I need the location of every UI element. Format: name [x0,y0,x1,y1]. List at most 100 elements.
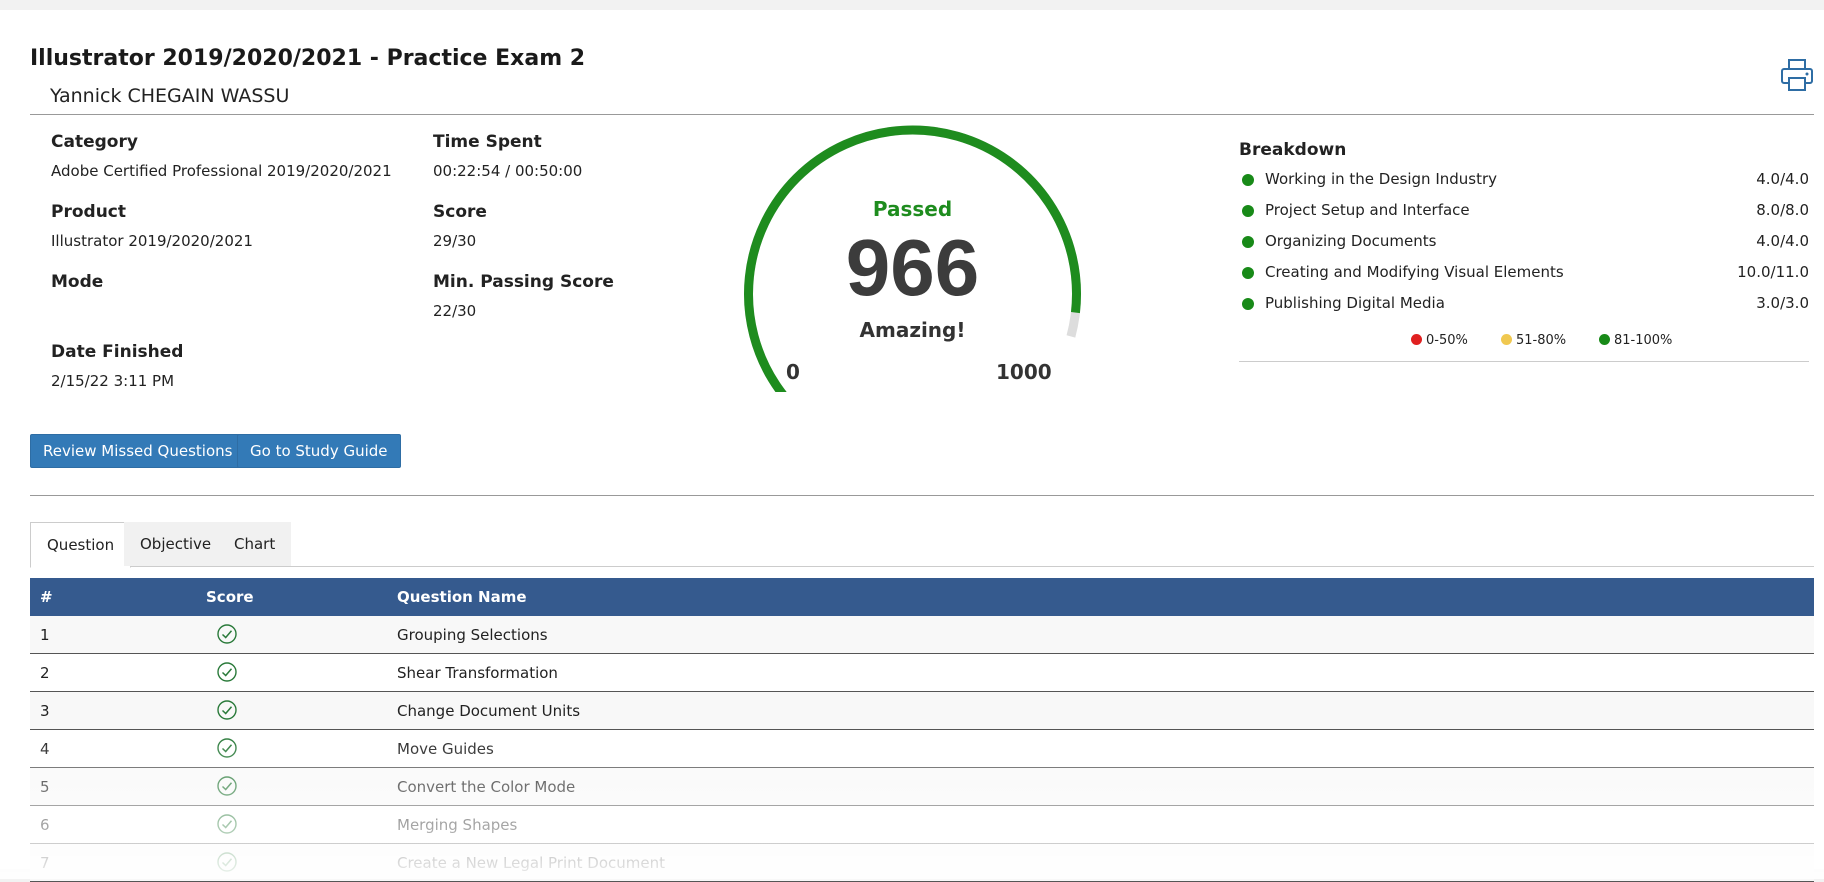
questions-table: # Score Question Name 1 Grouping Selecti… [30,578,1814,882]
breakdown-item-score: 10.0/11.0 [1737,263,1809,281]
tab-question[interactable]: Question [30,522,132,568]
results-tabs: Question Objective Chart [30,522,1814,568]
section-divider [30,495,1814,496]
breakdown-legend: 0-50% 51-80% 81-100% [1239,327,1809,362]
review-missed-button[interactable]: Review Missed Questions [30,434,246,468]
check-circle-icon [217,700,237,720]
row-number: 3 [40,702,50,720]
category-value: Adobe Certified Professional 2019/2020/2… [51,162,392,180]
status-dot-icon [1242,174,1254,186]
mode-block: Mode [51,272,103,302]
product-block: Product Illustrator 2019/2020/2021 [51,202,253,250]
check-circle-icon [217,662,237,682]
score-value: 29/30 [433,232,477,250]
row-number: 6 [40,816,50,834]
score-block: Score 29/30 [433,202,487,250]
green-dot-icon [1599,334,1610,345]
status-dot-icon [1242,205,1254,217]
table-row[interactable]: 5 Convert the Color Mode [30,768,1814,806]
table-row[interactable]: 3 Change Document Units [30,692,1814,730]
gauge-max-label: 1000 [996,360,1052,384]
status-dot-icon [1242,267,1254,279]
breakdown-panel: Breakdown Working in the Design Industry… [1239,140,1809,362]
legend-item-low: 0-50% [1411,333,1468,348]
row-number: 4 [40,740,50,758]
red-dot-icon [1411,334,1422,345]
check-circle-icon [217,738,237,758]
breakdown-item-name: Organizing Documents [1265,232,1437,250]
study-guide-button[interactable]: Go to Study Guide [237,434,401,468]
legend-label: 51-80% [1516,333,1567,348]
legend-item-mid: 51-80% [1501,333,1566,348]
gauge-min-label: 0 [786,360,800,384]
breakdown-item-score: 8.0/8.0 [1756,201,1809,219]
score-label: Score [433,202,487,222]
print-icon[interactable] [1780,58,1814,92]
table-row[interactable]: 1 Grouping Selections [30,616,1814,654]
question-name[interactable]: Create a New Legal Print Document [397,854,665,872]
table-row[interactable]: 7 Create a New Legal Print Document [30,844,1814,882]
pass-status: Passed [872,197,953,221]
breakdown-item: Organizing Documents 4.0/4.0 [1239,230,1809,261]
check-circle-icon [217,814,237,834]
yellow-dot-icon [1501,334,1512,345]
question-name[interactable]: Change Document Units [397,702,580,720]
mode-label: Mode [51,272,104,292]
product-value: Illustrator 2019/2020/2021 [51,232,253,250]
question-name[interactable]: Shear Transformation [397,664,558,682]
breakdown-title: Breakdown [1239,140,1347,160]
table-row[interactable]: 6 Merging Shapes [30,806,1814,844]
table-row[interactable]: 2 Shear Transformation [30,654,1814,692]
tab-chart[interactable]: Chart [218,522,292,566]
date-label: Date Finished [51,342,184,362]
question-name[interactable]: Merging Shapes [397,816,517,834]
breakdown-item-name: Creating and Modifying Visual Elements [1265,263,1564,281]
date-value: 2/15/22 3:11 PM [51,372,175,390]
score-gauge: Passed 966 Amazing! 0 1000 [740,122,1085,433]
min-score-label: Min. Passing Score [433,272,614,292]
time-block: Time Spent 00:22:54 / 00:50:00 [433,132,582,180]
breakdown-item-name: Project Setup and Interface [1265,201,1470,219]
page-title: Illustrator 2019/2020/2021 - Practice Ex… [30,46,586,71]
breakdown-item-name: Working in the Design Industry [1265,170,1498,188]
column-header-score: Score [206,588,254,606]
status-dot-icon [1242,298,1254,310]
breakdown-item-score: 3.0/3.0 [1756,294,1809,312]
row-number: 5 [40,778,50,796]
tab-objective[interactable]: Objective [124,522,228,566]
status-dot-icon [1242,236,1254,248]
breakdown-item-score: 4.0/4.0 [1756,170,1809,188]
time-value: 00:22:54 / 00:50:00 [433,162,583,180]
time-label: Time Spent [433,132,542,152]
category-block: Category Adobe Certified Professional 20… [51,132,392,180]
table-body: 1 Grouping Selections 2 Shear Transforma… [30,616,1814,882]
column-header-num: # [40,588,53,606]
legend-label: 81-100% [1614,333,1673,348]
breakdown-item-score: 4.0/4.0 [1756,232,1809,250]
table-row[interactable]: 4 Move Guides [30,730,1814,768]
category-label: Category [51,132,138,152]
breakdown-item: Project Setup and Interface 8.0/8.0 [1239,199,1809,230]
min-score-value: 22/30 [433,302,477,320]
check-circle-icon [217,852,237,872]
breakdown-item-name: Publishing Digital Media [1265,294,1445,312]
breakdown-item: Working in the Design Industry 4.0/4.0 [1239,168,1809,199]
row-number: 2 [40,664,50,682]
user-name: Yannick CHEGAIN WASSU [50,85,290,107]
row-number: 1 [40,626,50,644]
question-name[interactable]: Convert the Color Mode [397,778,575,796]
breakdown-item: Creating and Modifying Visual Elements 1… [1239,261,1809,292]
gauge-remark: Amazing! [859,318,966,342]
gauge-score: 966 [845,223,980,312]
product-label: Product [51,202,126,222]
column-header-name: Question Name [397,588,527,606]
question-name[interactable]: Grouping Selections [397,626,548,644]
legend-item-high: 81-100% [1599,333,1672,348]
breakdown-item: Publishing Digital Media 3.0/3.0 [1239,292,1809,323]
table-header: # Score Question Name [30,578,1814,616]
min-score-block: Min. Passing Score 22/30 [433,272,614,320]
check-circle-icon [217,776,237,796]
question-name[interactable]: Move Guides [397,740,494,758]
check-circle-icon [217,624,237,644]
date-block: Date Finished 2/15/22 3:11 PM [51,342,183,390]
